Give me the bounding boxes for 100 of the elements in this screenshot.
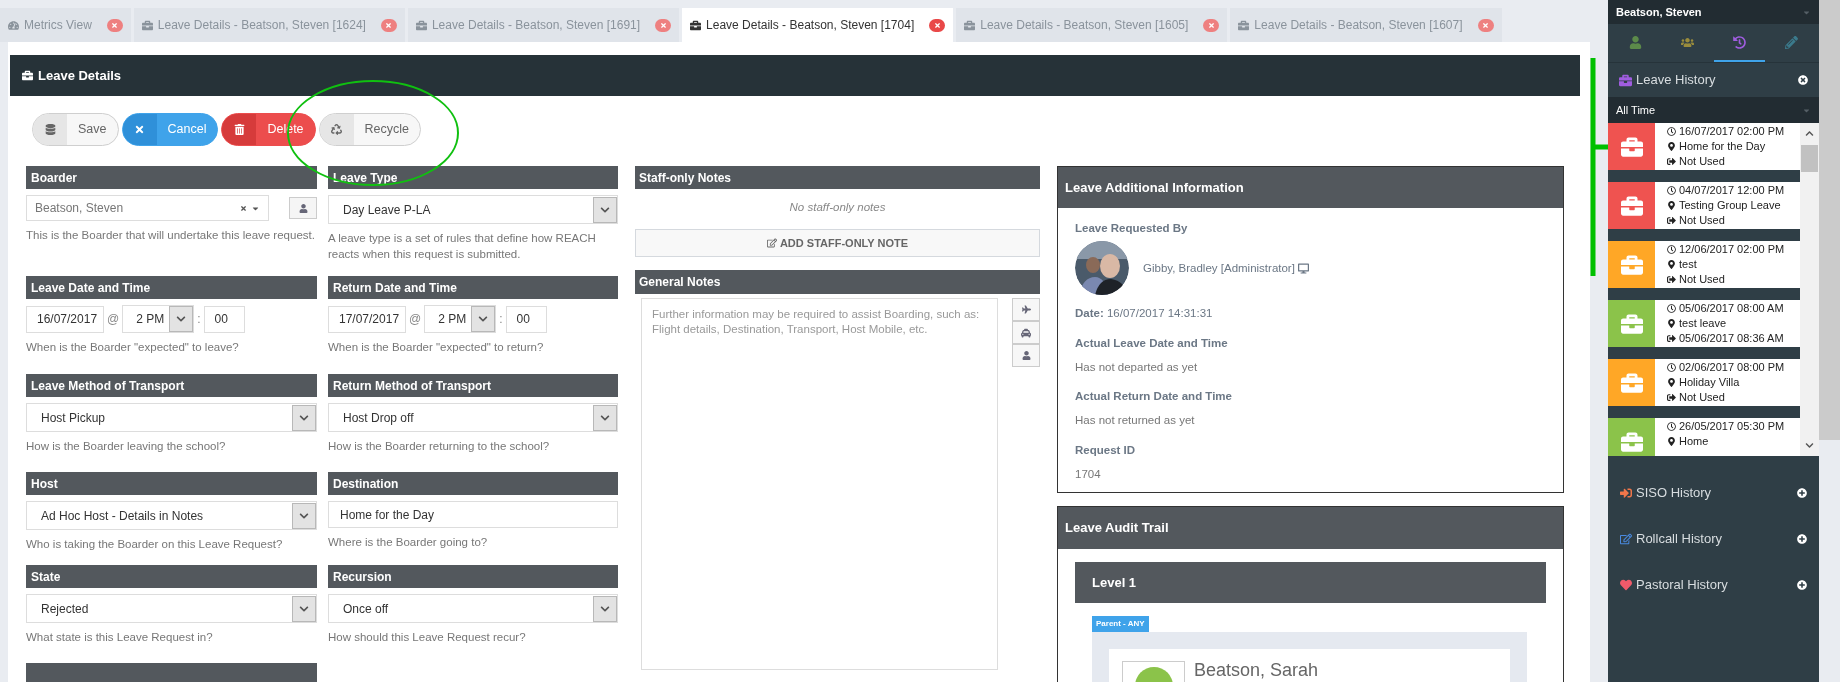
car-icon <box>1021 327 1031 338</box>
user-button[interactable] <box>289 197 317 219</box>
add-note-button[interactable]: ADD STAFF-ONLY NOTE <box>635 229 1040 258</box>
section-header: Leave Date and Time <box>26 276 317 299</box>
dropdown-button[interactable] <box>593 196 617 223</box>
sign-out-icon <box>1667 216 1676 225</box>
close-icon <box>1482 21 1489 29</box>
select-field[interactable]: Host Drop off <box>328 403 618 432</box>
close-icon <box>933 21 941 29</box>
sign-in-icon <box>1620 487 1632 499</box>
edit-icon <box>1620 533 1632 545</box>
history-item[interactable]: 12/06/2017 02:00 PM test Not Used <box>1608 241 1800 288</box>
select-field[interactable]: Once off <box>328 594 618 623</box>
briefcase-icon <box>1620 253 1643 276</box>
help-text: This is the Boarder that will undertake this leave request. <box>26 228 316 243</box>
section-header: Boarder <box>26 166 317 189</box>
sign-out-icon <box>1667 157 1676 166</box>
dropdown-button[interactable] <box>292 502 316 529</box>
history-section[interactable]: SISO History <box>1608 470 1819 516</box>
leave-status: Not Used <box>1679 272 1725 287</box>
dropdown-button[interactable] <box>169 306 194 332</box>
section-header: Destination <box>328 472 618 495</box>
leave-place: test <box>1679 257 1697 272</box>
scroll-down-icon[interactable] <box>1805 441 1814 450</box>
notes-field[interactable]: Further information may be required to assist Boarding, such as: Flight details, Destination, Transport, Host Mobile, etc. <box>641 298 998 671</box>
heart-icon <box>1620 579 1632 591</box>
history-item[interactable]: 02/06/2017 08:00 PM Holiday Villa Not Used <box>1608 359 1800 406</box>
person-select[interactable]: Beatson, Steven <box>1608 0 1819 24</box>
level-header: Level 1 <box>1075 562 1546 603</box>
section-header: Return Date and Time <box>328 276 618 299</box>
trash-icon <box>233 124 245 135</box>
help-text: How is the Boarder returning to the school? <box>328 439 551 454</box>
user-icon <box>298 203 308 213</box>
filter-select[interactable]: All Time <box>1608 97 1819 123</box>
map-pin-icon <box>1667 378 1676 387</box>
hour-select[interactable]: 2 PM <box>122 305 195 333</box>
expand-icon <box>1797 580 1807 590</box>
leave-date: 04/07/2017 12:00 PM <box>1679 183 1785 198</box>
map-pin-icon <box>1667 142 1676 151</box>
dropdown-button[interactable] <box>593 595 617 622</box>
database-icon <box>44 124 56 135</box>
map-pin-icon <box>1667 319 1676 328</box>
history-item[interactable]: 05/06/2017 08:00 AM test leave 05/06/2017 08:36 AM <box>1608 300 1800 347</box>
select-field[interactable]: Host Pickup <box>26 403 317 432</box>
minute-field[interactable]: 00 <box>203 305 245 333</box>
briefcase-icon <box>1238 19 1250 31</box>
history-item[interactable]: 04/07/2017 12:00 PM Testing Group Leave Not Used <box>1608 182 1800 229</box>
card-header: Leave Additional Information <box>1058 167 1563 208</box>
expand-icon <box>1797 488 1807 498</box>
history-item[interactable]: 26/05/2017 05:30 PM Home <box>1608 418 1800 456</box>
close-tab-button[interactable] <box>929 18 946 32</box>
help-text: Where is the Boarder going to? <box>328 535 489 550</box>
section-header: Leave Method of Transport <box>26 374 317 397</box>
clear-icon[interactable] <box>240 204 247 212</box>
clock-icon <box>1667 304 1676 313</box>
scroll-up-icon[interactable] <box>1805 129 1814 138</box>
flight-button[interactable] <box>1012 298 1040 322</box>
history-section[interactable]: Pastoral History <box>1608 562 1819 608</box>
map-pin-icon <box>1667 260 1676 269</box>
boarder-field[interactable]: Beatson, Steven <box>26 195 269 221</box>
minute-field[interactable]: 00 <box>505 305 547 333</box>
help-text: When is the Boarder "expected" to leave? <box>26 340 240 355</box>
briefcase-icon <box>690 19 702 31</box>
help-text: Who is taking the Boarder on this Leave Request? <box>26 537 284 552</box>
hour-select[interactable]: 2 PM <box>424 305 497 333</box>
close-icon <box>111 21 119 29</box>
field-label: Actual Return Date and Time <box>1075 389 1233 404</box>
gauge-icon <box>8 19 19 31</box>
select-field[interactable]: Day Leave P-LA <box>328 195 618 224</box>
close-icon <box>134 124 145 135</box>
user-icon <box>1629 35 1643 49</box>
dropdown-button[interactable] <box>593 404 617 431</box>
dropdown-button[interactable] <box>292 595 316 622</box>
help-text: How should this Leave Request recur? <box>328 630 527 645</box>
leave-place: test leave <box>1679 316 1727 331</box>
briefcase-icon <box>1620 135 1643 158</box>
scrollbar[interactable] <box>1800 123 1819 456</box>
text-field[interactable]: Home for the Day <box>328 501 618 528</box>
scroll-thumb[interactable] <box>1801 145 1818 172</box>
save-button[interactable]: Save <box>32 113 119 146</box>
section-header: General Notes <box>635 270 1040 295</box>
tab[interactable]: Leave Details - Beatson, Steven [1704] <box>682 8 954 42</box>
section-header: State <box>26 565 317 588</box>
leave-place: Home for the Day <box>1679 139 1766 154</box>
briefcase-icon <box>141 19 153 31</box>
select-field[interactable]: Rejected <box>26 594 317 623</box>
recycle-button[interactable]: Recycle <box>318 113 422 146</box>
leave-status: Not Used <box>1679 213 1725 228</box>
date-field[interactable]: 16/07/2017 <box>26 305 104 333</box>
leave-date: 26/05/2017 05:30 PM <box>1679 419 1785 434</box>
chevron-icon <box>478 314 489 324</box>
taxi-button[interactable] <box>1012 321 1040 345</box>
host-button[interactable] <box>1012 344 1040 368</box>
dropdown-button[interactable] <box>292 404 316 431</box>
dropdown-button[interactable] <box>471 306 496 332</box>
close-icon[interactable] <box>1798 75 1808 85</box>
history-item[interactable]: 16/07/2017 02:00 PM Home for the Day Not Used <box>1608 123 1800 170</box>
select-field[interactable]: Ad Hoc Host - Details in Notes <box>26 501 317 530</box>
history-section[interactable]: Rollcall History <box>1608 516 1819 562</box>
date-field[interactable]: 17/07/2017 <box>328 305 406 333</box>
